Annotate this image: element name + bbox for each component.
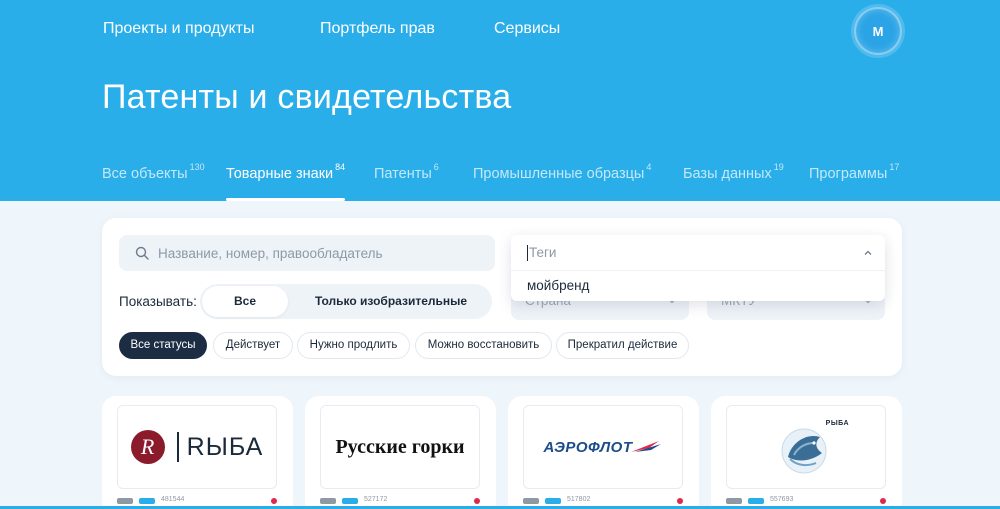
logo-monogram: R	[131, 430, 165, 464]
nav-services-link[interactable]: Сервисы	[494, 20, 614, 38]
registration-number: 557693	[770, 496, 793, 503]
status-chip-terminated[interactable]: Прекратил действие	[556, 332, 689, 359]
chevron-up-icon[interactable]	[863, 248, 873, 258]
tab-label: Промышленные образцы	[473, 166, 644, 182]
status-dot	[880, 498, 886, 504]
card-meta: 527172	[320, 498, 480, 506]
tab-label: Базы данных	[683, 166, 772, 182]
tab-count: 19	[774, 162, 784, 172]
status-chip-renew[interactable]: Нужно продлить	[297, 332, 410, 359]
page-title: Патенты и свидетельства	[102, 78, 511, 117]
trademark-card[interactable]: Русские горки 527172	[305, 396, 496, 509]
tab-label: Программы	[809, 166, 887, 182]
registration-number: 517802	[567, 496, 590, 503]
trademark-card[interactable]: R RЫБА 481544	[102, 396, 293, 509]
tags-placeholder: Теги	[529, 245, 556, 260]
avatar-initial: M	[873, 24, 884, 39]
country-flag-icon	[726, 498, 742, 504]
trademark-card[interactable]: АЭРОФЛОТ 517802	[508, 396, 699, 509]
logo-wordmark: RЫБА	[187, 433, 264, 462]
avatar[interactable]: M	[854, 7, 902, 55]
trademark-logo: Русские горки	[320, 405, 480, 489]
text-cursor	[527, 245, 528, 261]
tab-databases[interactable]: Базы данных19	[683, 164, 784, 182]
tab-count: 4	[646, 162, 651, 172]
search-input[interactable]	[158, 246, 478, 261]
show-label: Показывать:	[119, 294, 197, 309]
status-chip-restore[interactable]: Можно восстановить	[415, 332, 552, 359]
tab-industrial-designs[interactable]: Промышленные образцы4	[473, 164, 651, 182]
status-chip-active[interactable]: Действует	[213, 332, 293, 359]
show-figurative-option[interactable]: Только изобразительные	[296, 286, 486, 317]
tab-trademarks[interactable]: Товарные знаки84	[226, 164, 345, 182]
type-badge	[342, 498, 358, 504]
trademark-logo: РЫБА	[726, 405, 886, 489]
country-flag-icon	[117, 498, 133, 504]
logo-wordmark: Русские горки	[335, 436, 464, 459]
tab-count: 84	[335, 162, 345, 172]
trademark-logo: R RЫБА	[117, 405, 277, 489]
status-chip-all[interactable]: Все статусы	[119, 332, 207, 359]
card-meta: 481544	[117, 498, 277, 506]
country-flag-icon	[523, 498, 539, 504]
search-box[interactable]	[119, 235, 495, 271]
status-dot	[271, 498, 277, 504]
type-badge	[139, 498, 155, 504]
status-dot	[474, 498, 480, 504]
tags-input[interactable]: Теги	[511, 235, 885, 271]
card-meta: 557693	[726, 498, 886, 506]
logo-divider	[177, 432, 179, 462]
logo-wordmark: РЫБА	[826, 420, 849, 427]
active-tab-underline	[226, 198, 345, 201]
hero-header: Проекты и продукты Портфель прав Сервисы…	[0, 0, 1000, 201]
tab-label: Все объекты	[102, 166, 188, 182]
type-badge	[748, 498, 764, 504]
registration-number: 527172	[364, 496, 387, 503]
tab-label: Патенты	[374, 166, 432, 182]
search-icon	[135, 246, 149, 260]
card-meta: 517802	[523, 498, 683, 506]
nav-portfolio-link[interactable]: Портфель прав	[320, 20, 470, 38]
show-toggle: Все Только изобразительные	[200, 284, 492, 319]
tab-count: 17	[889, 162, 899, 172]
tab-count: 6	[434, 162, 439, 172]
status-dot	[677, 498, 683, 504]
tab-all-objects[interactable]: Все объекты130	[102, 164, 205, 182]
tab-count: 130	[190, 162, 205, 172]
trademark-card[interactable]: РЫБА 557693	[711, 396, 902, 509]
trademark-cards: R RЫБА 481544 Русские горки 527172 АЭРОФ…	[102, 396, 902, 509]
country-flag-icon	[320, 498, 336, 504]
type-badge	[545, 498, 561, 504]
tags-option[interactable]: мойбренд	[527, 278, 589, 293]
logo-wordmark: АЭРОФЛОТ	[543, 439, 632, 456]
tab-programs[interactable]: Программы17	[809, 164, 899, 182]
tab-patents[interactable]: Патенты6	[374, 164, 439, 182]
aeroflot-wing-icon	[629, 439, 663, 455]
nav-projects-link[interactable]: Проекты и продукты	[103, 20, 303, 38]
tab-label: Товарные знаки	[226, 166, 333, 182]
tags-dropdown: Теги мойбренд	[511, 235, 885, 301]
trademark-logo: АЭРОФЛОТ	[523, 405, 683, 489]
registration-number: 481544	[161, 496, 184, 503]
object-tabs: Все объекты130 Товарные знаки84 Патенты6…	[102, 160, 922, 201]
show-all-option[interactable]: Все	[202, 286, 288, 317]
